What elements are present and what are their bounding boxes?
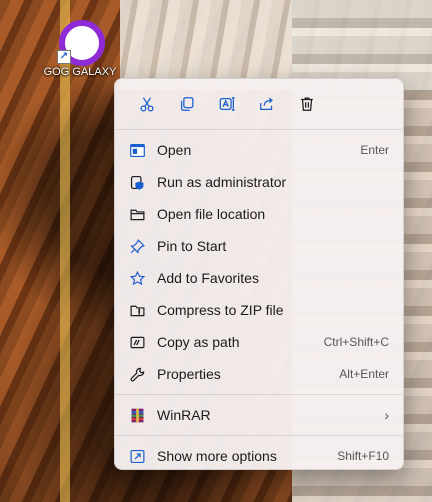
desktop-shortcut-gog-galaxy[interactable]: ↗ GOG GALAXY xyxy=(40,18,120,84)
menu-item-properties[interactable]: Properties Alt+Enter xyxy=(115,358,403,390)
gog-galaxy-logo-icon: ↗ xyxy=(57,18,105,66)
quick-actions-bar xyxy=(115,79,403,125)
star-icon xyxy=(127,268,147,288)
menu-item-run-as-administrator[interactable]: Run as administrator xyxy=(115,166,403,198)
menu-item-label: Run as administrator xyxy=(157,174,287,190)
rename-icon xyxy=(219,97,235,111)
menu-item-open[interactable]: Open Enter xyxy=(115,134,403,166)
menu-item-copy-as-path[interactable]: Copy as path Ctrl+Shift+C xyxy=(115,326,403,358)
menu-item-compress-to-zip[interactable]: Compress to ZIP file xyxy=(115,294,403,326)
menu-item-open-file-location[interactable]: Open file location xyxy=(115,198,403,230)
context-menu: Open Enter Run as administrator Open fil… xyxy=(114,78,404,470)
chevron-right-icon: › xyxy=(384,407,389,423)
menu-item-pin-to-start[interactable]: Pin to Start xyxy=(115,230,403,262)
more-options-icon xyxy=(127,446,147,466)
separator xyxy=(115,435,403,436)
menu-item-shortcut: Enter xyxy=(360,143,389,157)
share-icon xyxy=(260,97,273,111)
menu-item-label: Open file location xyxy=(157,206,266,222)
menu-item-label: Copy as path xyxy=(157,334,240,350)
menu-item-label: Pin to Start xyxy=(157,238,227,254)
desktop-icon-label: GOG GALAXY xyxy=(43,66,117,78)
share-button[interactable] xyxy=(247,91,287,117)
menu-item-label: Properties xyxy=(157,366,221,382)
menu-item-label: Add to Favorites xyxy=(157,270,259,286)
menu-item-label: Compress to ZIP file xyxy=(157,302,284,318)
delete-icon xyxy=(301,97,313,111)
cut-icon xyxy=(140,97,154,112)
menu-item-winrar[interactable]: WinRAR › xyxy=(115,399,403,431)
folder-icon xyxy=(127,204,147,224)
copy-icon xyxy=(180,97,194,111)
menu-item-shortcut: Shift+F10 xyxy=(337,449,389,463)
menu-item-label: Open xyxy=(157,142,192,158)
copy-path-icon xyxy=(127,332,147,352)
menu-item-show-more-options[interactable]: Show more options Shift+F10 xyxy=(115,440,403,472)
pin-icon xyxy=(127,236,147,256)
delete-button[interactable] xyxy=(287,91,327,117)
shortcut-arrow-icon: ↗ xyxy=(57,50,71,64)
menu-item-label: WinRAR xyxy=(157,407,211,423)
rename-button[interactable] xyxy=(207,91,247,117)
separator xyxy=(115,129,403,130)
menu-item-label: Show more options xyxy=(157,448,277,464)
menu-item-shortcut: Alt+Enter xyxy=(339,367,389,381)
menu-item-add-to-favorites[interactable]: Add to Favorites xyxy=(115,262,403,294)
open-window-icon xyxy=(127,140,147,160)
zip-folder-icon xyxy=(127,300,147,320)
copy-button[interactable] xyxy=(167,91,207,117)
winrar-icon xyxy=(127,405,147,425)
cut-button[interactable] xyxy=(127,91,167,117)
separator xyxy=(115,394,403,395)
shield-icon xyxy=(127,172,147,192)
desktop: ↗ GOG GALAXY Open Enter Run as administr… xyxy=(0,0,432,502)
wrench-icon xyxy=(127,364,147,384)
menu-item-shortcut: Ctrl+Shift+C xyxy=(323,335,389,349)
